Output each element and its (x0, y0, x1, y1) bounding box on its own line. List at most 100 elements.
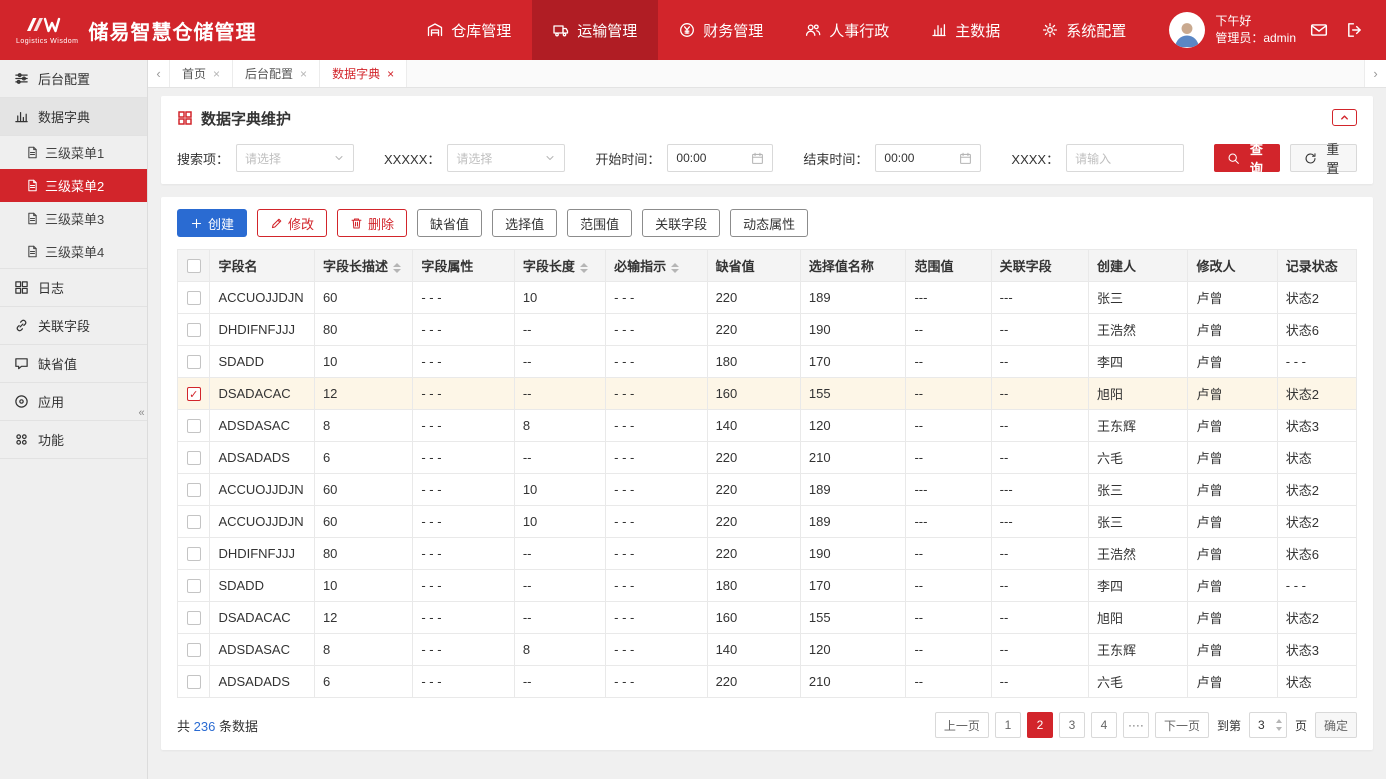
row-checkbox[interactable] (187, 483, 201, 497)
filter-select-xxxxx[interactable]: 请选择 (447, 144, 565, 172)
table-row[interactable]: SDADD10- - ---- - -180170----李四卢曾- - - (178, 346, 1357, 378)
sidebar-item-backend-config[interactable]: 后台配置 (0, 60, 147, 98)
row-checkbox[interactable] (187, 515, 201, 529)
delete-button[interactable]: 删除 (337, 209, 407, 237)
table-cell: 190 (800, 538, 906, 570)
nav-item-warehouse[interactable]: 仓库管理 (406, 0, 532, 60)
nav-item-system-config[interactable]: 系统配置 (1021, 0, 1147, 60)
close-icon[interactable]: × (387, 67, 394, 81)
sidebar-subitem-menu-4[interactable]: 三级菜单4 (0, 235, 147, 268)
table-cell: 220 (707, 538, 800, 570)
nav-item-finance[interactable]: 财务管理 (658, 0, 784, 60)
spinner-icon[interactable] (1276, 719, 1282, 731)
column-header[interactable]: 字段长度 (514, 250, 605, 282)
sidebar-subitem-menu-3[interactable]: 三级菜单3 (0, 202, 147, 235)
tab-home[interactable]: 首页× (170, 60, 233, 87)
select-value-button[interactable]: 选择值 (492, 209, 557, 237)
table-row[interactable]: DHDIFNFJJJ80- - ---- - -220190----王浩然卢曾状… (178, 314, 1357, 346)
table-row[interactable]: DSADACAC12- - ---- - -160155----旭阳卢曾状态2 (178, 602, 1357, 634)
confirm-button[interactable]: 确定 (1315, 712, 1357, 738)
nav-item-master-data[interactable]: 主数据 (910, 0, 1021, 60)
row-checkbox[interactable] (187, 675, 201, 689)
row-checkbox[interactable]: ✓ (187, 387, 201, 401)
bubble-icon (14, 356, 29, 371)
tabs-scroll-left-icon[interactable]: ‹ (148, 60, 170, 87)
table-cell: 210 (800, 666, 906, 698)
row-checkbox[interactable] (187, 291, 201, 305)
page-button-2[interactable]: 2 (1027, 712, 1053, 738)
close-icon[interactable]: × (300, 67, 307, 81)
sidebar-item-related-fields[interactable]: 关联字段 (0, 307, 147, 345)
sidebar-item-functions[interactable]: 功能 (0, 421, 147, 459)
table-cell: 190 (800, 314, 906, 346)
search-button[interactable]: 查询 (1214, 144, 1279, 172)
table-row[interactable]: SDADD10- - ---- - -180170----李四卢曾- - - (178, 570, 1357, 602)
nav-item-transport[interactable]: 运输管理 (532, 0, 658, 60)
filter-field: XXXX：请输入 (1011, 144, 1184, 172)
page-button-4[interactable]: 4 (1091, 712, 1117, 738)
create-button[interactable]: 创建 (177, 209, 247, 237)
tab-backend-config[interactable]: 后台配置× (233, 60, 320, 87)
edit-button[interactable]: 修改 (257, 209, 327, 237)
table-row[interactable]: ACCUOJJDJN60- - -10- - -220189------张三卢曾… (178, 506, 1357, 538)
table-row[interactable]: ACCUOJJDJN60- - -10- - -220189------张三卢曾… (178, 474, 1357, 506)
sidebar-subitem-menu-2[interactable]: 三级菜单2 (0, 169, 147, 202)
range-value-button[interactable]: 范围值 (567, 209, 632, 237)
app-logo[interactable]: Logistics Wisdom (16, 15, 78, 45)
table-row[interactable]: ADSADADS6- - ---- - -220210----六毛卢曾状态 (178, 666, 1357, 698)
tabs-scroll-right-icon[interactable]: › (1364, 60, 1386, 87)
table-row[interactable]: DHDIFNFJJJ80- - ---- - -220190----王浩然卢曾状… (178, 538, 1357, 570)
table-cell: -- (991, 314, 1088, 346)
mail-icon[interactable] (1306, 17, 1332, 43)
column-header[interactable]: 字段长描述 (314, 250, 412, 282)
table-row[interactable]: ADSADADS6- - ---- - -220210----六毛卢曾状态 (178, 442, 1357, 474)
page-ellipsis[interactable]: ···· (1123, 712, 1149, 738)
dynamic-attr-button[interactable]: 动态属性 (730, 209, 808, 237)
reset-button[interactable]: 重置 (1290, 144, 1357, 172)
goto-page-input[interactable]: 3 (1249, 712, 1287, 738)
filter-panel: 数据字典维护 搜索项：请选择XXXXX：请选择开始时间：00:00结束时间：00… (161, 96, 1373, 184)
column-header[interactable]: 必输指示 (606, 250, 707, 282)
sidebar-item-application[interactable]: 应用 (0, 383, 147, 421)
filter-time-start-time[interactable]: 00:00 (667, 144, 773, 172)
default-value-button[interactable]: 缺省值 (417, 209, 482, 237)
row-checkbox[interactable] (187, 643, 201, 657)
row-checkbox[interactable] (187, 355, 201, 369)
table-row[interactable]: ✓DSADACAC12- - ---- - -160155----旭阳卢曾状态2 (178, 378, 1357, 410)
logout-icon[interactable] (1342, 17, 1368, 43)
nav-item-hr[interactable]: 人事行政 (784, 0, 910, 60)
page-button-3[interactable]: 3 (1059, 712, 1085, 738)
filter-select-search-item[interactable]: 请选择 (236, 144, 354, 172)
select-all-checkbox[interactable] (187, 259, 201, 273)
row-checkbox[interactable] (187, 579, 201, 593)
row-checkbox[interactable] (187, 419, 201, 433)
page-button-1[interactable]: 1 (995, 712, 1021, 738)
sidebar-item-default-values[interactable]: 缺省值 (0, 345, 147, 383)
row-checkbox[interactable] (187, 611, 201, 625)
sidebar-collapse-handle[interactable]: « (135, 398, 148, 428)
doc-icon (26, 212, 39, 225)
sidebar-subitem-menu-1[interactable]: 三级菜单1 (0, 136, 147, 169)
row-checkbox[interactable] (187, 323, 201, 337)
table-row[interactable]: ADSDASAC8- - -8- - -140120----王东辉卢曾状态3 (178, 410, 1357, 442)
row-checkbox[interactable] (187, 547, 201, 561)
sort-icon[interactable] (393, 263, 401, 273)
close-icon[interactable]: × (213, 67, 220, 81)
tab-data-dictionary[interactable]: 数据字典× (320, 60, 407, 87)
sidebar-item-logs[interactable]: 日志 (0, 269, 147, 307)
related-field-button[interactable]: 关联字段 (642, 209, 720, 237)
prev-page-button[interactable]: 上一页 (935, 712, 989, 738)
filter-input-xxxx[interactable]: 请输入 (1066, 144, 1184, 172)
filter-time-end-time[interactable]: 00:00 (875, 144, 981, 172)
table-cell: 8 (514, 410, 605, 442)
panel-collapse-button[interactable] (1332, 109, 1357, 126)
row-checkbox[interactable] (187, 451, 201, 465)
sort-icon[interactable] (671, 263, 679, 273)
avatar[interactable] (1169, 12, 1205, 48)
table-cell: 140 (707, 410, 800, 442)
sort-icon[interactable] (580, 263, 588, 273)
table-row[interactable]: ADSDASAC8- - -8- - -140120----王东辉卢曾状态3 (178, 634, 1357, 666)
sidebar-item-data-dictionary[interactable]: 数据字典 (0, 98, 147, 136)
next-page-button[interactable]: 下一页 (1155, 712, 1209, 738)
table-row[interactable]: ACCUOJJDJN60- - -10- - -220189------张三卢曾… (178, 282, 1357, 314)
